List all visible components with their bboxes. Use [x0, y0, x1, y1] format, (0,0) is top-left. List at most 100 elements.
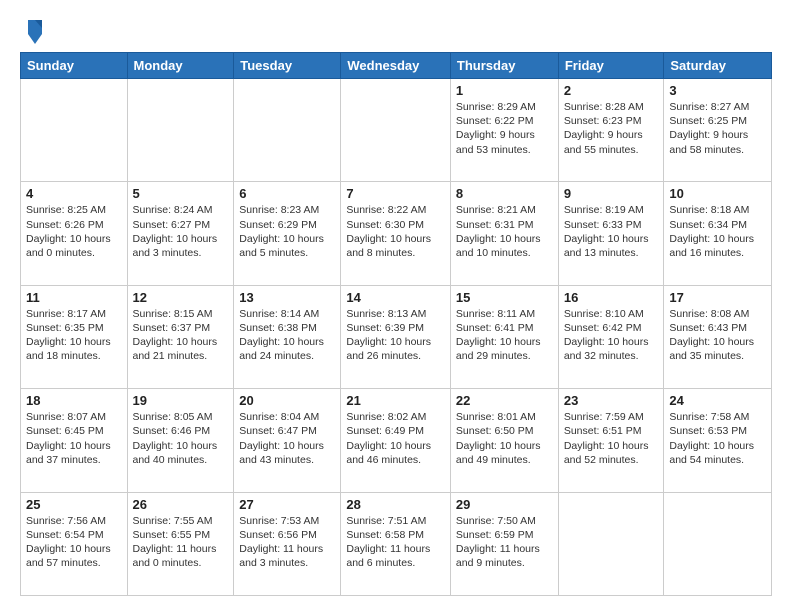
day-cell: 14 Sunrise: 8:13 AM Sunset: 6:39 PM Dayli…: [341, 285, 451, 388]
day-number: 16: [564, 290, 659, 305]
day-number: 21: [346, 393, 445, 408]
day-number: 28: [346, 497, 445, 512]
day-info: Sunrise: 8:25 AM Sunset: 6:26 PM Dayligh…: [26, 203, 122, 260]
day-number: 6: [239, 186, 335, 201]
day-cell: 8 Sunrise: 8:21 AM Sunset: 6:31 PM Daylig…: [450, 182, 558, 285]
day-info: Sunrise: 8:08 AM Sunset: 6:43 PM Dayligh…: [669, 307, 766, 364]
day-number: 17: [669, 290, 766, 305]
day-info: Sunrise: 8:15 AM Sunset: 6:37 PM Dayligh…: [133, 307, 229, 364]
day-number: 23: [564, 393, 659, 408]
day-cell: [341, 79, 451, 182]
day-number: 19: [133, 393, 229, 408]
day-number: 3: [669, 83, 766, 98]
day-cell: 25 Sunrise: 7:56 AM Sunset: 6:54 PM Dayli…: [21, 492, 128, 595]
day-number: 22: [456, 393, 553, 408]
logo-icon: [24, 16, 46, 44]
day-info: Sunrise: 7:55 AM Sunset: 6:55 PM Dayligh…: [133, 514, 229, 571]
day-cell: 7 Sunrise: 8:22 AM Sunset: 6:30 PM Daylig…: [341, 182, 451, 285]
day-cell: 5 Sunrise: 8:24 AM Sunset: 6:27 PM Daylig…: [127, 182, 234, 285]
day-cell: 13 Sunrise: 8:14 AM Sunset: 6:38 PM Dayli…: [234, 285, 341, 388]
week-row-3: 18 Sunrise: 8:07 AM Sunset: 6:45 PM Dayli…: [21, 389, 772, 492]
day-cell: 27 Sunrise: 7:53 AM Sunset: 6:56 PM Dayli…: [234, 492, 341, 595]
day-number: 18: [26, 393, 122, 408]
day-number: 1: [456, 83, 553, 98]
week-row-4: 25 Sunrise: 7:56 AM Sunset: 6:54 PM Dayli…: [21, 492, 772, 595]
day-info: Sunrise: 7:50 AM Sunset: 6:59 PM Dayligh…: [456, 514, 553, 571]
day-info: Sunrise: 8:14 AM Sunset: 6:38 PM Dayligh…: [239, 307, 335, 364]
weekday-header-row: SundayMondayTuesdayWednesdayThursdayFrid…: [21, 53, 772, 79]
day-info: Sunrise: 8:01 AM Sunset: 6:50 PM Dayligh…: [456, 410, 553, 467]
day-info: Sunrise: 8:24 AM Sunset: 6:27 PM Dayligh…: [133, 203, 229, 260]
day-info: Sunrise: 8:27 AM Sunset: 6:25 PM Dayligh…: [669, 100, 766, 157]
day-cell: [127, 79, 234, 182]
day-cell: 28 Sunrise: 7:51 AM Sunset: 6:58 PM Dayli…: [341, 492, 451, 595]
week-row-2: 11 Sunrise: 8:17 AM Sunset: 6:35 PM Dayli…: [21, 285, 772, 388]
day-info: Sunrise: 8:29 AM Sunset: 6:22 PM Dayligh…: [456, 100, 553, 157]
week-row-1: 4 Sunrise: 8:25 AM Sunset: 6:26 PM Daylig…: [21, 182, 772, 285]
day-number: 24: [669, 393, 766, 408]
day-info: Sunrise: 7:59 AM Sunset: 6:51 PM Dayligh…: [564, 410, 659, 467]
day-number: 7: [346, 186, 445, 201]
day-cell: [234, 79, 341, 182]
day-cell: 12 Sunrise: 8:15 AM Sunset: 6:37 PM Dayli…: [127, 285, 234, 388]
week-row-0: 1 Sunrise: 8:29 AM Sunset: 6:22 PM Daylig…: [21, 79, 772, 182]
day-number: 25: [26, 497, 122, 512]
day-cell: 15 Sunrise: 8:11 AM Sunset: 6:41 PM Dayli…: [450, 285, 558, 388]
day-info: Sunrise: 8:21 AM Sunset: 6:31 PM Dayligh…: [456, 203, 553, 260]
day-cell: 21Sunrise: 8:02 AM Sunset: 6:49 PM Dayli…: [341, 389, 451, 492]
day-cell: 24Sunrise: 7:58 AM Sunset: 6:53 PM Dayli…: [664, 389, 772, 492]
day-number: 2: [564, 83, 659, 98]
day-info: Sunrise: 7:53 AM Sunset: 6:56 PM Dayligh…: [239, 514, 335, 571]
day-number: 27: [239, 497, 335, 512]
day-number: 13: [239, 290, 335, 305]
day-number: 26: [133, 497, 229, 512]
day-info: Sunrise: 8:05 AM Sunset: 6:46 PM Dayligh…: [133, 410, 229, 467]
day-cell: [558, 492, 664, 595]
day-number: 5: [133, 186, 229, 201]
day-number: 9: [564, 186, 659, 201]
day-info: Sunrise: 8:17 AM Sunset: 6:35 PM Dayligh…: [26, 307, 122, 364]
day-cell: 2 Sunrise: 8:28 AM Sunset: 6:23 PM Daylig…: [558, 79, 664, 182]
day-number: 15: [456, 290, 553, 305]
day-info: Sunrise: 8:19 AM Sunset: 6:33 PM Dayligh…: [564, 203, 659, 260]
day-info: Sunrise: 7:56 AM Sunset: 6:54 PM Dayligh…: [26, 514, 122, 571]
day-info: Sunrise: 8:13 AM Sunset: 6:39 PM Dayligh…: [346, 307, 445, 364]
day-number: 29: [456, 497, 553, 512]
day-cell: 10Sunrise: 8:18 AM Sunset: 6:34 PM Dayli…: [664, 182, 772, 285]
day-cell: 6 Sunrise: 8:23 AM Sunset: 6:29 PM Daylig…: [234, 182, 341, 285]
day-cell: 1 Sunrise: 8:29 AM Sunset: 6:22 PM Daylig…: [450, 79, 558, 182]
day-number: 11: [26, 290, 122, 305]
day-info: Sunrise: 8:07 AM Sunset: 6:45 PM Dayligh…: [26, 410, 122, 467]
day-cell: [21, 79, 128, 182]
day-cell: 18 Sunrise: 8:07 AM Sunset: 6:45 PM Dayli…: [21, 389, 128, 492]
weekday-header-sunday: Sunday: [21, 53, 128, 79]
day-number: 8: [456, 186, 553, 201]
day-info: Sunrise: 8:28 AM Sunset: 6:23 PM Dayligh…: [564, 100, 659, 157]
day-cell: 17 Sunrise: 8:08 AM Sunset: 6:43 PM Dayli…: [664, 285, 772, 388]
day-number: 14: [346, 290, 445, 305]
day-cell: 19 Sunrise: 8:05 AM Sunset: 6:46 PM Dayli…: [127, 389, 234, 492]
day-info: Sunrise: 8:11 AM Sunset: 6:41 PM Dayligh…: [456, 307, 553, 364]
day-cell: 11 Sunrise: 8:17 AM Sunset: 6:35 PM Dayli…: [21, 285, 128, 388]
day-cell: 16 Sunrise: 8:10 AM Sunset: 6:42 PM Dayli…: [558, 285, 664, 388]
day-cell: 29 Sunrise: 7:50 AM Sunset: 6:59 PM Dayli…: [450, 492, 558, 595]
day-info: Sunrise: 8:04 AM Sunset: 6:47 PM Dayligh…: [239, 410, 335, 467]
day-number: 12: [133, 290, 229, 305]
weekday-header-monday: Monday: [127, 53, 234, 79]
day-info: Sunrise: 7:51 AM Sunset: 6:58 PM Dayligh…: [346, 514, 445, 571]
weekday-header-wednesday: Wednesday: [341, 53, 451, 79]
weekday-header-saturday: Saturday: [664, 53, 772, 79]
day-cell: 9 Sunrise: 8:19 AM Sunset: 6:33 PM Daylig…: [558, 182, 664, 285]
day-info: Sunrise: 8:23 AM Sunset: 6:29 PM Dayligh…: [239, 203, 335, 260]
day-info: Sunrise: 8:10 AM Sunset: 6:42 PM Dayligh…: [564, 307, 659, 364]
day-number: 4: [26, 186, 122, 201]
day-info: Sunrise: 8:22 AM Sunset: 6:30 PM Dayligh…: [346, 203, 445, 260]
day-cell: 23 Sunrise: 7:59 AM Sunset: 6:51 PM Dayli…: [558, 389, 664, 492]
logo: [20, 16, 46, 44]
calendar: SundayMondayTuesdayWednesdayThursdayFrid…: [20, 52, 772, 596]
day-cell: 22 Sunrise: 8:01 AM Sunset: 6:50 PM Dayli…: [450, 389, 558, 492]
day-cell: 4 Sunrise: 8:25 AM Sunset: 6:26 PM Daylig…: [21, 182, 128, 285]
day-number: 10: [669, 186, 766, 201]
day-number: 20: [239, 393, 335, 408]
day-cell: 26 Sunrise: 7:55 AM Sunset: 6:55 PM Dayli…: [127, 492, 234, 595]
